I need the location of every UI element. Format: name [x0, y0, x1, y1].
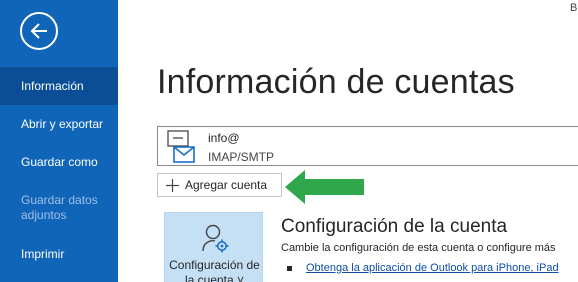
- page-title: Información de cuentas: [157, 63, 515, 101]
- account-email: info@: [208, 131, 240, 145]
- sidebar-item-abrir-exportar[interactable]: Abrir y exportar: [0, 117, 118, 132]
- sidebar-item-informacion[interactable]: Información: [0, 67, 118, 105]
- account-selector[interactable]: info@ IMAP/SMTP: [157, 126, 578, 166]
- mail-account-icon: [167, 130, 195, 163]
- plus-icon: [166, 178, 179, 192]
- user-gear-icon: [202, 224, 229, 253]
- account-type: IMAP/SMTP: [208, 150, 275, 164]
- sidebar-item-guardar-como[interactable]: Guardar como: [0, 155, 118, 170]
- back-button[interactable]: [20, 12, 58, 50]
- window-corner-text: B: [570, 2, 578, 14]
- add-account-label: Agregar cuenta: [185, 178, 268, 192]
- annotation-arrow-icon: [285, 170, 364, 204]
- add-account-button[interactable]: Agregar cuenta: [157, 173, 282, 197]
- account-settings-tile[interactable]: Configuración de la cuenta ˅: [164, 212, 263, 282]
- back-arrow-icon: [30, 23, 47, 39]
- account-settings-title: Configuración de la cuenta: [281, 216, 508, 237]
- sidebar-item-imprimir[interactable]: Imprimir: [0, 247, 118, 262]
- outlook-mobile-app-link[interactable]: Obtenga la aplicación de Outlook para iP…: [306, 262, 559, 274]
- account-settings-tile-label: Configuración de la cuenta ˅: [169, 258, 260, 282]
- bullet-marker: [287, 266, 292, 271]
- backstage-sidebar: Información Abrir y exportar Guardar com…: [0, 0, 118, 282]
- account-settings-description: Cambie la configuración de esta cuenta o…: [281, 242, 556, 254]
- sidebar-item-guardar-datos-adjuntos[interactable]: Guardar datos adjuntos: [0, 193, 110, 223]
